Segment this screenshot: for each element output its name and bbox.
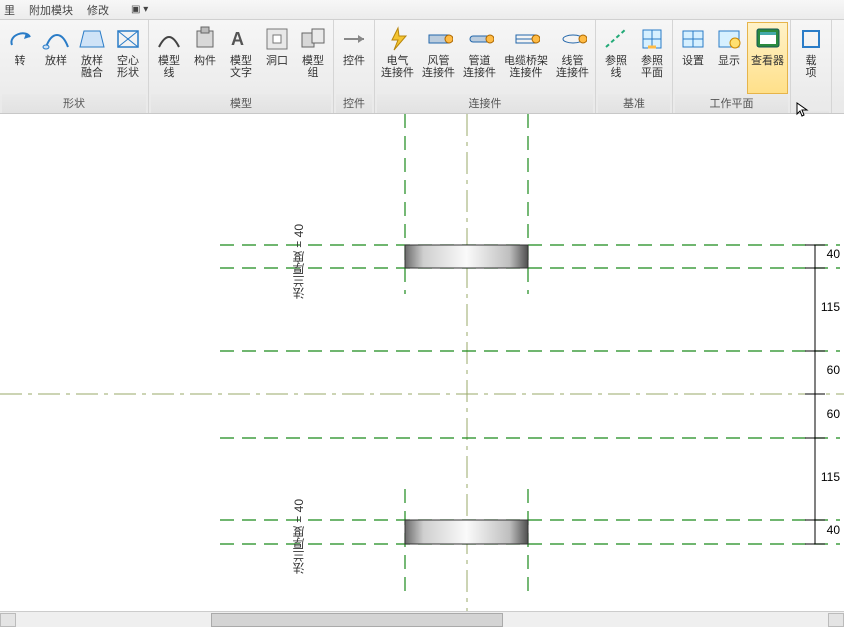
crop-button[interactable]: 载项	[793, 22, 829, 110]
refline-button[interactable]: 参照线	[598, 22, 634, 94]
ribbon-group: 载项	[791, 20, 832, 113]
ribbon-group: 电气连接件风管连接件管道连接件电缆桥架连接件线管连接件连接件	[375, 20, 596, 113]
dim-2[interactable]: 60	[827, 363, 840, 377]
opening-button[interactable]: 洞口	[259, 22, 295, 94]
viewer-icon	[754, 25, 782, 53]
elec-icon	[384, 25, 412, 53]
pipe-button[interactable]: 管道连接件	[459, 22, 500, 94]
dim-1[interactable]: 115	[821, 300, 840, 314]
button-label: 显示	[718, 55, 740, 79]
refplane-button[interactable]: 参照平面	[634, 22, 670, 94]
component-button[interactable]: 构件	[187, 22, 223, 94]
button-label: 模型文字	[230, 55, 252, 79]
button-label: 电气连接件	[381, 55, 414, 79]
pipe-icon	[466, 25, 494, 53]
button-label: 线管连接件	[556, 55, 589, 79]
set-icon	[679, 25, 707, 53]
control-button[interactable]: 控件	[336, 22, 372, 94]
ribbon-group: 参照线参照平面基准	[596, 20, 673, 113]
modelgroup-button[interactable]: 模型组	[295, 22, 331, 94]
button-label: 放样融合	[81, 55, 103, 79]
svg-text:A: A	[231, 29, 244, 49]
drawing-canvas[interactable]: 法兰厚度 = 40 法兰厚度 = 40 40 115 60 60 115 40	[0, 114, 844, 627]
modelgroup-icon	[299, 25, 327, 53]
button-label: 参照平面	[641, 55, 663, 79]
cabletray-button[interactable]: 电缆桥架连接件	[500, 22, 552, 94]
hscrollbar[interactable]	[0, 611, 844, 627]
sweep-icon	[42, 25, 70, 53]
flange-label-top: 法兰厚度 = 40	[290, 224, 307, 299]
button-label: 参照线	[605, 55, 627, 79]
button-label: 风管连接件	[422, 55, 455, 79]
button-label: 设置	[682, 55, 704, 79]
button-label: 放样	[45, 55, 67, 79]
refline-icon	[602, 25, 630, 53]
dim-4[interactable]: 115	[821, 470, 840, 484]
dim-3[interactable]: 60	[827, 407, 840, 421]
menu-bar: 里 附加模块 修改 ▣ ▾	[0, 0, 844, 20]
opening-icon	[263, 25, 291, 53]
revolve-button[interactable]: 转	[2, 22, 38, 94]
ribbon-group: 模型线构件 A 模型文字洞口模型组模型	[149, 20, 334, 113]
ribbon-group: 转放样放样融合空心形状形状	[0, 20, 149, 113]
blend-icon	[78, 25, 106, 53]
duct-button[interactable]: 风管连接件	[418, 22, 459, 94]
scroll-right-button[interactable]	[828, 613, 844, 627]
scroll-thumb[interactable]	[211, 613, 503, 627]
set-button[interactable]: 设置	[675, 22, 711, 94]
control-icon	[340, 25, 368, 53]
scroll-track[interactable]	[16, 613, 828, 627]
dim-0[interactable]: 40	[827, 247, 840, 261]
dim-5[interactable]: 40	[827, 523, 840, 537]
revolve-icon	[6, 25, 34, 53]
flange-label-bottom: 法兰厚度 = 40	[290, 499, 307, 574]
ribbon-group: 控件控件	[334, 20, 375, 113]
duct-icon	[425, 25, 453, 53]
button-label: 载项	[806, 55, 817, 79]
modeltext-button[interactable]: A 模型文字	[223, 22, 259, 94]
conduit-icon	[559, 25, 587, 53]
button-label: 构件	[194, 55, 216, 79]
button-label: 模型线	[158, 55, 180, 79]
void-button[interactable]: 空心形状	[110, 22, 146, 94]
crop-icon	[797, 25, 825, 53]
void-icon	[114, 25, 142, 53]
modelline-button[interactable]: 模型线	[151, 22, 187, 94]
button-label: 查看器	[751, 55, 784, 79]
menu-modify[interactable]: 修改	[87, 2, 109, 18]
button-label: 管道连接件	[463, 55, 496, 79]
menu-manage[interactable]: 里	[4, 2, 15, 18]
elec-button[interactable]: 电气连接件	[377, 22, 418, 94]
show-icon	[715, 25, 743, 53]
ribbon: 转放样放样融合空心形状形状模型线构件A模型文字洞口模型组模型控件控件电气连接件风…	[0, 20, 844, 114]
refplane-icon	[638, 25, 666, 53]
button-label: 控件	[343, 55, 365, 79]
ribbon-group: 设置显示查看器工作平面	[673, 20, 791, 113]
menu-addins[interactable]: 附加模块	[29, 2, 73, 18]
scroll-left-button[interactable]	[0, 613, 16, 627]
button-label: 模型组	[302, 55, 324, 79]
button-label: 电缆桥架连接件	[504, 55, 548, 79]
blend-button[interactable]: 放样融合	[74, 22, 110, 94]
viewer-button[interactable]: 查看器	[747, 22, 788, 94]
group-label: 工作平面	[675, 94, 788, 113]
show-button[interactable]: 显示	[711, 22, 747, 94]
button-label: 洞口	[266, 55, 288, 79]
group-label: 形状	[2, 94, 146, 113]
conduit-button[interactable]: 线管连接件	[552, 22, 593, 94]
group-label: 连接件	[377, 94, 593, 113]
group-label: 控件	[336, 94, 372, 113]
button-label: 空心形状	[117, 55, 139, 79]
modelline-icon	[155, 25, 183, 53]
modeltext-icon: A	[227, 25, 255, 53]
menu-expand[interactable]: ▣ ▾	[131, 4, 148, 15]
button-label: 转	[15, 55, 26, 79]
group-label	[793, 110, 829, 113]
sweep-button[interactable]: 放样	[38, 22, 74, 94]
cabletray-icon	[512, 25, 540, 53]
component-icon	[191, 25, 219, 53]
group-label: 基准	[598, 94, 670, 113]
group-label: 模型	[151, 94, 331, 113]
